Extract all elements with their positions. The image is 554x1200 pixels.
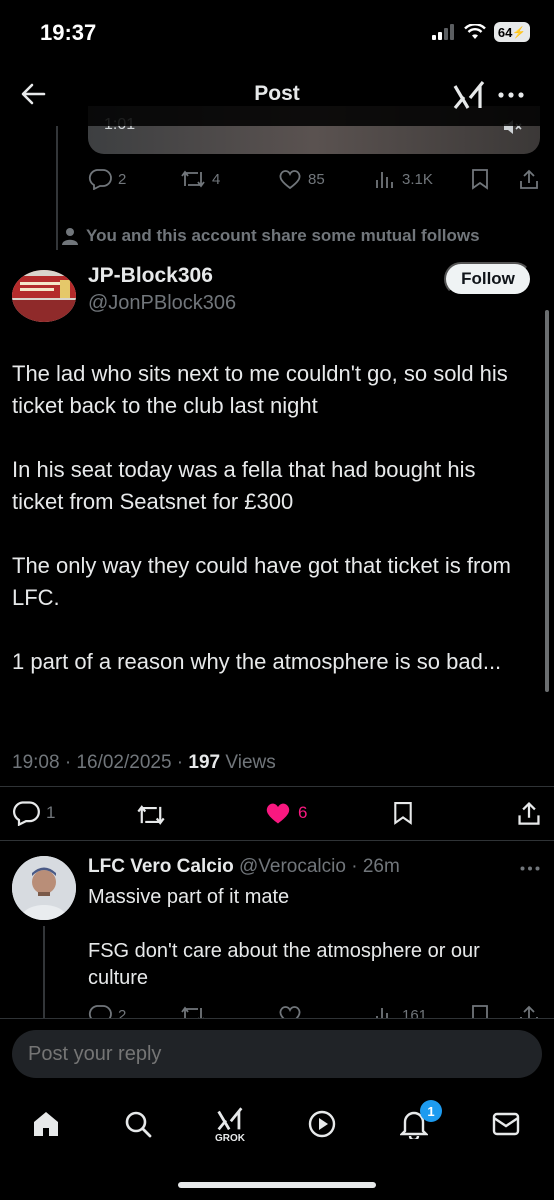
status-indicators: 64 ⚡ [432,22,530,42]
tab-home[interactable] [16,1094,76,1154]
author-handle[interactable]: @JonPBlock306 [88,292,236,315]
like-action[interactable]: 6 [264,800,307,826]
reply-header: LFC Vero Calcio @Verocalcio · 26m [88,856,400,878]
reply-count: 1 [46,803,56,822]
reply-text: Massive part of it mate FSG don't care a… [88,884,528,1019]
reply-time: · 26m [345,856,400,877]
author-avatar[interactable] [12,270,76,322]
tab-media[interactable] [292,1094,352,1154]
battery-level: 64 [497,24,513,40]
notification-badge: 1 [420,1100,442,1122]
bookmark-icon[interactable] [470,168,490,190]
views-icon [376,172,393,188]
post-paragraph: The only way they could have got that ti… [12,553,511,610]
home-icon [34,1112,58,1136]
scrollbar[interactable] [545,310,549,692]
share-icon[interactable] [518,168,540,190]
reply-author-avatar[interactable] [12,856,76,920]
avatar-image [12,270,76,322]
battery-indicator: 64 ⚡ [494,22,530,42]
prev-reply-count: 2 [118,170,127,188]
prev-reply-action[interactable]: 2 [88,168,126,190]
follow-button[interactable]: Follow [444,262,532,296]
tab-grok[interactable]: GROK [200,1094,260,1154]
tab-search[interactable] [108,1094,168,1154]
post-meta: 19:08 · 16/02/2025 · 197 Views [12,752,276,774]
tab-grok-label: GROK [215,1132,245,1144]
share-icon[interactable] [516,800,542,826]
post-views-label: Views [220,752,276,773]
tab-bar: GROK [0,1094,554,1164]
play-icon [308,1110,336,1138]
grok-icon [217,1106,243,1130]
reply-author-name[interactable]: LFC Vero Calcio [88,856,234,877]
divider [0,1018,554,1019]
post-timestamp: 19:08 · 16/02/2025 · [12,752,189,773]
reply-icon [13,801,40,826]
reply-paragraph: Massive part of it mate [88,886,290,908]
divider [0,786,554,787]
repost-icon [181,170,205,188]
more-icon[interactable] [520,866,540,871]
wifi-icon [464,24,486,39]
post-paragraph: 1 part of a reason why the atmosphere is… [12,649,502,674]
divider [0,840,554,841]
bookmark-icon[interactable] [392,800,414,826]
post-paragraph: The lad who sits next to me couldn't go,… [12,361,508,418]
post-text: The lad who sits next to me couldn't go,… [12,358,532,710]
prev-views-action[interactable]: 3.1K [374,168,433,190]
post-views-count[interactable]: 197 [188,752,220,773]
post-paragraph: In his seat today was a fella that had b… [12,457,476,514]
search-icon [125,1111,152,1138]
prev-repost-action[interactable]: 4 [180,168,220,190]
tab-messages[interactable] [476,1094,536,1154]
grok-icon[interactable] [452,78,486,110]
mutual-follows-text: You and this account share some mutual f… [86,226,480,245]
reply-input[interactable] [12,1030,542,1078]
more-icon[interactable] [498,92,524,98]
reply-icon [88,169,112,190]
reply-thread-line [43,926,45,1018]
like-count: 6 [298,803,308,822]
like-icon [279,170,301,190]
reply-author-handle[interactable]: @Verocalcio [234,856,346,877]
thread-line [56,126,58,250]
mutual-follows-note: You and this account share some mutual f… [62,226,480,246]
mail-icon [492,1112,520,1136]
author-name[interactable]: JP-Block306 [88,264,213,288]
repost-icon[interactable] [136,802,166,828]
person-icon [62,228,78,245]
home-indicator[interactable] [178,1182,376,1188]
reply-action[interactable]: 1 [12,800,55,826]
signal-icon [432,24,454,40]
like-icon [266,803,290,824]
avatar-image [12,856,76,920]
prev-like-action[interactable]: 85 [278,168,325,190]
status-time: 19:37 [40,20,97,45]
prev-views-count: 3.1K [402,170,433,188]
prev-repost-count: 4 [212,170,221,188]
prev-like-count: 85 [308,170,325,188]
reply-paragraph: FSG don't care about the atmosphere or o… [88,940,480,989]
